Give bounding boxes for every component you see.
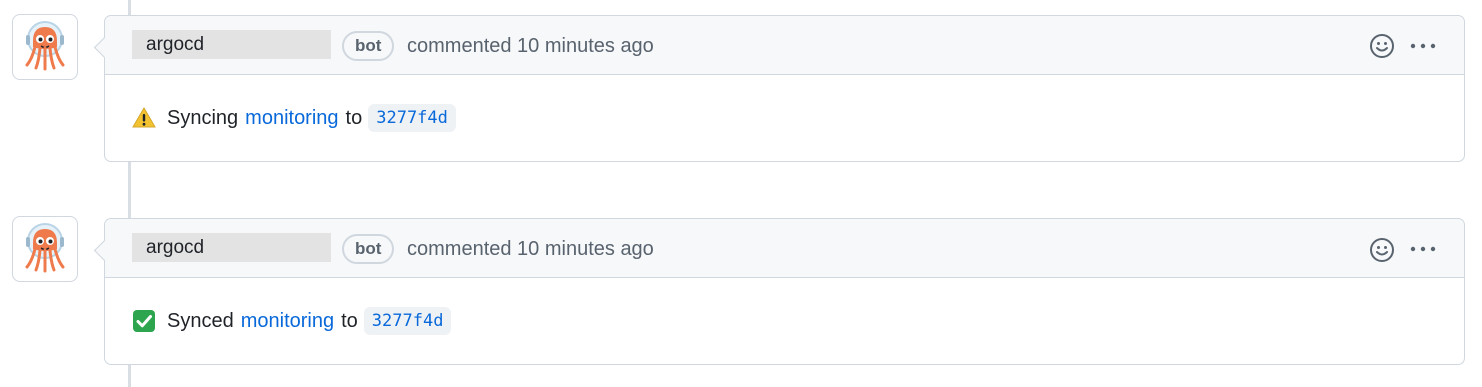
commit-sha-link[interactable]: 3277f4d xyxy=(363,307,452,335)
argo-octopus-icon xyxy=(25,223,65,273)
status-verb: Synced xyxy=(167,310,234,332)
comment-text: Syncing monitoring to 3277f4d xyxy=(132,103,456,133)
comment-card: argocd bot commented 10 minutes ago Sync… xyxy=(104,15,1465,162)
kebab-horizontal-icon xyxy=(1410,43,1436,49)
timeline-comment: argocd bot commented 10 minutes ago Sync… xyxy=(0,0,1482,170)
check-mark-icon xyxy=(132,309,156,333)
kebab-horizontal-icon xyxy=(1410,246,1436,252)
comment-body: Synced monitoring to 3277f4d xyxy=(105,278,1464,364)
connector-text: to xyxy=(341,310,358,332)
author-name[interactable]: argocd xyxy=(132,30,331,59)
app-link-monitoring[interactable]: monitoring xyxy=(245,103,338,133)
comment-header: argocd bot commented 10 minutes ago xyxy=(105,219,1464,278)
bot-badge: bot xyxy=(342,234,395,264)
commit-sha-link[interactable]: 3277f4d xyxy=(368,104,456,132)
comment-timestamp[interactable]: commented 10 minutes ago xyxy=(407,31,654,61)
more-options-button[interactable] xyxy=(1408,236,1438,262)
comment-timestamp[interactable]: commented 10 minutes ago xyxy=(407,234,654,264)
add-reaction-button[interactable] xyxy=(1369,33,1395,59)
warning-icon xyxy=(132,106,156,130)
comment-text: Synced monitoring to 3277f4d xyxy=(132,306,452,336)
smiley-icon xyxy=(1370,34,1394,58)
avatar[interactable] xyxy=(12,216,78,282)
connector-text: to xyxy=(345,107,363,129)
comment-body: Syncing monitoring to 3277f4d xyxy=(105,75,1464,161)
more-options-button[interactable] xyxy=(1408,33,1438,59)
comment-card: argocd bot commented 10 minutes ago Sync… xyxy=(104,218,1465,365)
bot-badge: bot xyxy=(342,31,395,61)
status-verb: Syncing xyxy=(167,107,239,129)
app-link-monitoring[interactable]: monitoring xyxy=(241,306,334,336)
smiley-icon xyxy=(1370,238,1394,262)
author-name[interactable]: argocd xyxy=(132,233,331,262)
timeline-comment: argocd bot commented 10 minutes ago Sync… xyxy=(0,202,1482,372)
avatar[interactable] xyxy=(12,14,78,80)
argo-octopus-icon xyxy=(25,21,65,71)
add-reaction-button[interactable] xyxy=(1369,237,1395,263)
comment-header: argocd bot commented 10 minutes ago xyxy=(105,16,1464,75)
